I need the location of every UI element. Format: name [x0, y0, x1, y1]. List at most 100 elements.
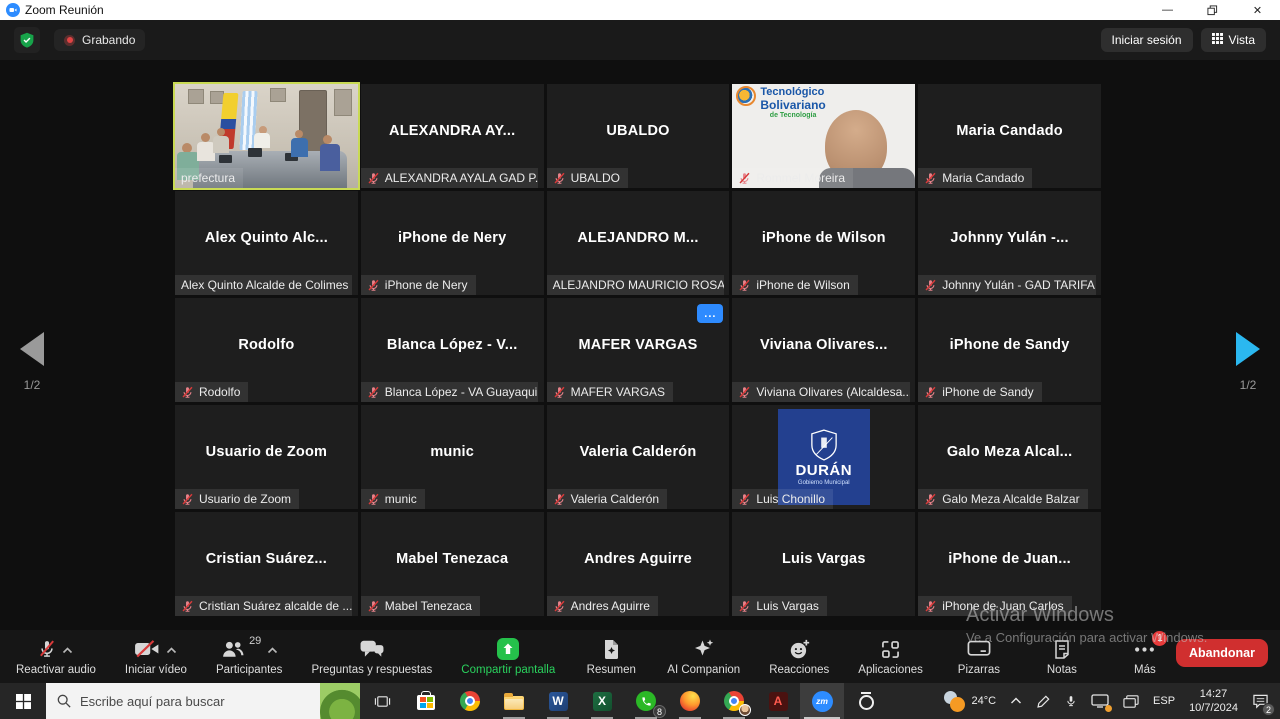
taskbar-excel-icon[interactable]: X	[580, 683, 624, 719]
mic-muted-icon	[553, 600, 566, 613]
taskbar-chrome-profile-icon[interactable]	[712, 683, 756, 719]
taskbar-explorer-icon[interactable]	[492, 683, 536, 719]
toolbar-notes[interactable]: Notas	[1035, 637, 1089, 676]
participant-name: Maria Candado	[918, 84, 1101, 178]
next-page-button[interactable]: 1/2	[1226, 332, 1270, 392]
pen-icon[interactable]	[1029, 683, 1058, 719]
taskbar-firefox-icon[interactable]	[668, 683, 712, 719]
participant-tile[interactable]: Maria CandadoMaria Candado	[918, 84, 1101, 188]
participant-tile[interactable]: iPhone de NeryiPhone de Nery	[361, 191, 544, 295]
notification-badge: 1	[1152, 631, 1167, 646]
cast-icon[interactable]	[1084, 683, 1116, 719]
participant-name: iPhone de Nery	[361, 191, 544, 285]
participant-tile[interactable]: Blanca López - V...Blanca López - VA Gua…	[361, 298, 544, 402]
chevron-up-icon[interactable]	[166, 647, 177, 654]
participant-tile[interactable]: prefectura	[175, 84, 358, 188]
toolbar-reactions[interactable]: Reacciones	[769, 637, 829, 676]
toolbar-start-video[interactable]: Iniciar vídeo	[125, 637, 187, 676]
toolbar-summary[interactable]: Resumen	[584, 637, 638, 676]
ai-sparkle-icon	[692, 638, 715, 660]
virtual-desktop-icon[interactable]	[1116, 683, 1146, 719]
toolbar-more[interactable]: 1Más	[1118, 637, 1172, 676]
participant-tile[interactable]: iPhone de Juan...iPhone de Juan Carlos	[918, 512, 1101, 616]
participant-tile[interactable]: Mabel TenezacaMabel Tenezaca	[361, 512, 544, 616]
profile-avatar	[739, 704, 751, 716]
taskbar-opera-icon[interactable]	[844, 683, 888, 719]
language-label: ESP	[1153, 695, 1175, 707]
participant-video-area: iPhone de SandyiPhone de Sandy	[918, 298, 1101, 402]
participant-tile[interactable]: MAFER VARGASMAFER VARGAS...	[547, 298, 730, 402]
toolbar-share-screen[interactable]: Compartir pantalla	[461, 637, 555, 676]
participant-tile[interactable]: Usuario de ZoomUsuario de Zoom	[175, 405, 358, 509]
toolbar-whiteboards[interactable]: Pizarras	[952, 637, 1006, 676]
participant-tile[interactable]: DURÁN Gobierno Municipal Luis Chonillo	[732, 405, 915, 509]
participant-label-text: Luis Vargas	[756, 599, 818, 613]
sign-in-button[interactable]: Iniciar sesión	[1101, 28, 1193, 52]
weather-widget[interactable]: 24°C	[937, 683, 1003, 719]
participant-tile[interactable]: Tecnológico Bolivariano de Tecnología Ro…	[732, 84, 915, 188]
participant-label: Blanca López - VA Guayaquil	[361, 382, 538, 402]
mic-muted-icon	[367, 600, 380, 613]
participant-label-text: Galo Meza Alcalde Balzar	[942, 492, 1079, 506]
video-grid-stage: prefecturaALEXANDRA AY...ALEXANDRA AYALA…	[0, 60, 1280, 630]
participant-name: iPhone de Sandy	[918, 298, 1101, 392]
participant-tile[interactable]: Luis VargasLuis Vargas	[732, 512, 915, 616]
minimize-button[interactable]: —	[1145, 0, 1190, 20]
taskbar-zoom-icon[interactable]: zm	[800, 683, 844, 719]
participant-menu-button[interactable]: ...	[697, 304, 723, 323]
previous-page-button[interactable]: 1/2	[10, 332, 54, 392]
participant-tile[interactable]: RodolfoRodolfo	[175, 298, 358, 402]
toolbar-item-label: Aplicaciones	[858, 664, 923, 676]
search-daily-image[interactable]	[320, 683, 360, 719]
microphone-icon[interactable]	[1058, 683, 1084, 719]
taskbar-whatsapp-icon[interactable]: 8	[624, 683, 668, 719]
toolbar-participants[interactable]: 29Participantes	[216, 637, 282, 676]
clock[interactable]: 14:2710/7/2024	[1182, 683, 1245, 719]
taskbar-acrobat-icon[interactable]: A	[756, 683, 800, 719]
taskbar-chrome-icon[interactable]	[448, 683, 492, 719]
participant-name: Usuario de Zoom	[175, 405, 358, 499]
participant-name: UBALDO	[547, 84, 730, 178]
participant-tile[interactable]: Valeria CalderónValeria Calderón	[547, 405, 730, 509]
participant-tile[interactable]: Viviana Olivares...Viviana Olivares (Alc…	[732, 298, 915, 402]
language-indicator[interactable]: ESP	[1146, 683, 1182, 719]
participant-label: Valeria Calderón	[547, 489, 668, 509]
restore-button[interactable]	[1190, 0, 1235, 20]
participant-tile[interactable]: Andres AguirreAndres Aguirre	[547, 512, 730, 616]
security-shield-icon[interactable]	[14, 27, 40, 53]
participants-grid: prefecturaALEXANDRA AY...ALEXANDRA AYALA…	[175, 84, 1101, 616]
participant-tile[interactable]: iPhone de WilsoniPhone de Wilson	[732, 191, 915, 295]
participant-tile[interactable]: municmunic	[361, 405, 544, 509]
toolbar-ai-companion[interactable]: AI Companion	[667, 637, 740, 676]
hidden-icons-chevron[interactable]	[1003, 683, 1029, 719]
participant-label-text: Rommel Moreira	[756, 171, 845, 185]
chevron-up-icon[interactable]	[62, 647, 73, 654]
participant-tile[interactable]: Alex Quinto Alc...Alex Quinto Alcalde de…	[175, 191, 358, 295]
action-center[interactable]: 2	[1245, 683, 1276, 719]
participant-tile[interactable]: Cristian Suárez...Cristian Suárez alcald…	[175, 512, 358, 616]
taskbar-task-view-icon[interactable]	[360, 683, 404, 719]
toolbar-qa[interactable]: Preguntas y respuestas	[311, 637, 432, 676]
app-badge: 8	[653, 705, 666, 718]
video-muted-icon	[134, 640, 160, 658]
apps-icon	[880, 639, 901, 660]
participant-tile[interactable]: ALEJANDRO M...ALEJANDRO MAURICIO ROSA...	[547, 191, 730, 295]
start-button[interactable]	[0, 683, 46, 719]
participant-tile[interactable]: UBALDOUBALDO	[547, 84, 730, 188]
taskbar-word-icon[interactable]: W	[536, 683, 580, 719]
chevron-up-icon[interactable]	[267, 647, 278, 654]
view-button[interactable]: Vista	[1201, 28, 1266, 52]
participant-tile[interactable]: Johnny Yulán -...Johnny Yulán - GAD TARI…	[918, 191, 1101, 295]
zoom-app-icon	[6, 3, 20, 17]
participant-name: ALEJANDRO M...	[547, 191, 730, 285]
participant-tile[interactable]: ALEXANDRA AY...ALEXANDRA AYALA GAD P...	[361, 84, 544, 188]
taskbar-store-icon[interactable]	[404, 683, 448, 719]
toolbar-apps[interactable]: Aplicaciones	[858, 637, 923, 676]
participant-tile[interactable]: iPhone de SandyiPhone de Sandy	[918, 298, 1101, 402]
taskbar-search-box[interactable]: Escribe aquí para buscar	[46, 683, 360, 719]
recording-indicator[interactable]: Grabando	[54, 29, 145, 51]
participant-tile[interactable]: Galo Meza Alcal...Galo Meza Alcalde Balz…	[918, 405, 1101, 509]
toolbar-unmute[interactable]: Reactivar audio	[16, 637, 96, 676]
leave-meeting-button[interactable]: Abandonar	[1176, 639, 1268, 667]
close-button[interactable]: ✕	[1235, 0, 1280, 20]
